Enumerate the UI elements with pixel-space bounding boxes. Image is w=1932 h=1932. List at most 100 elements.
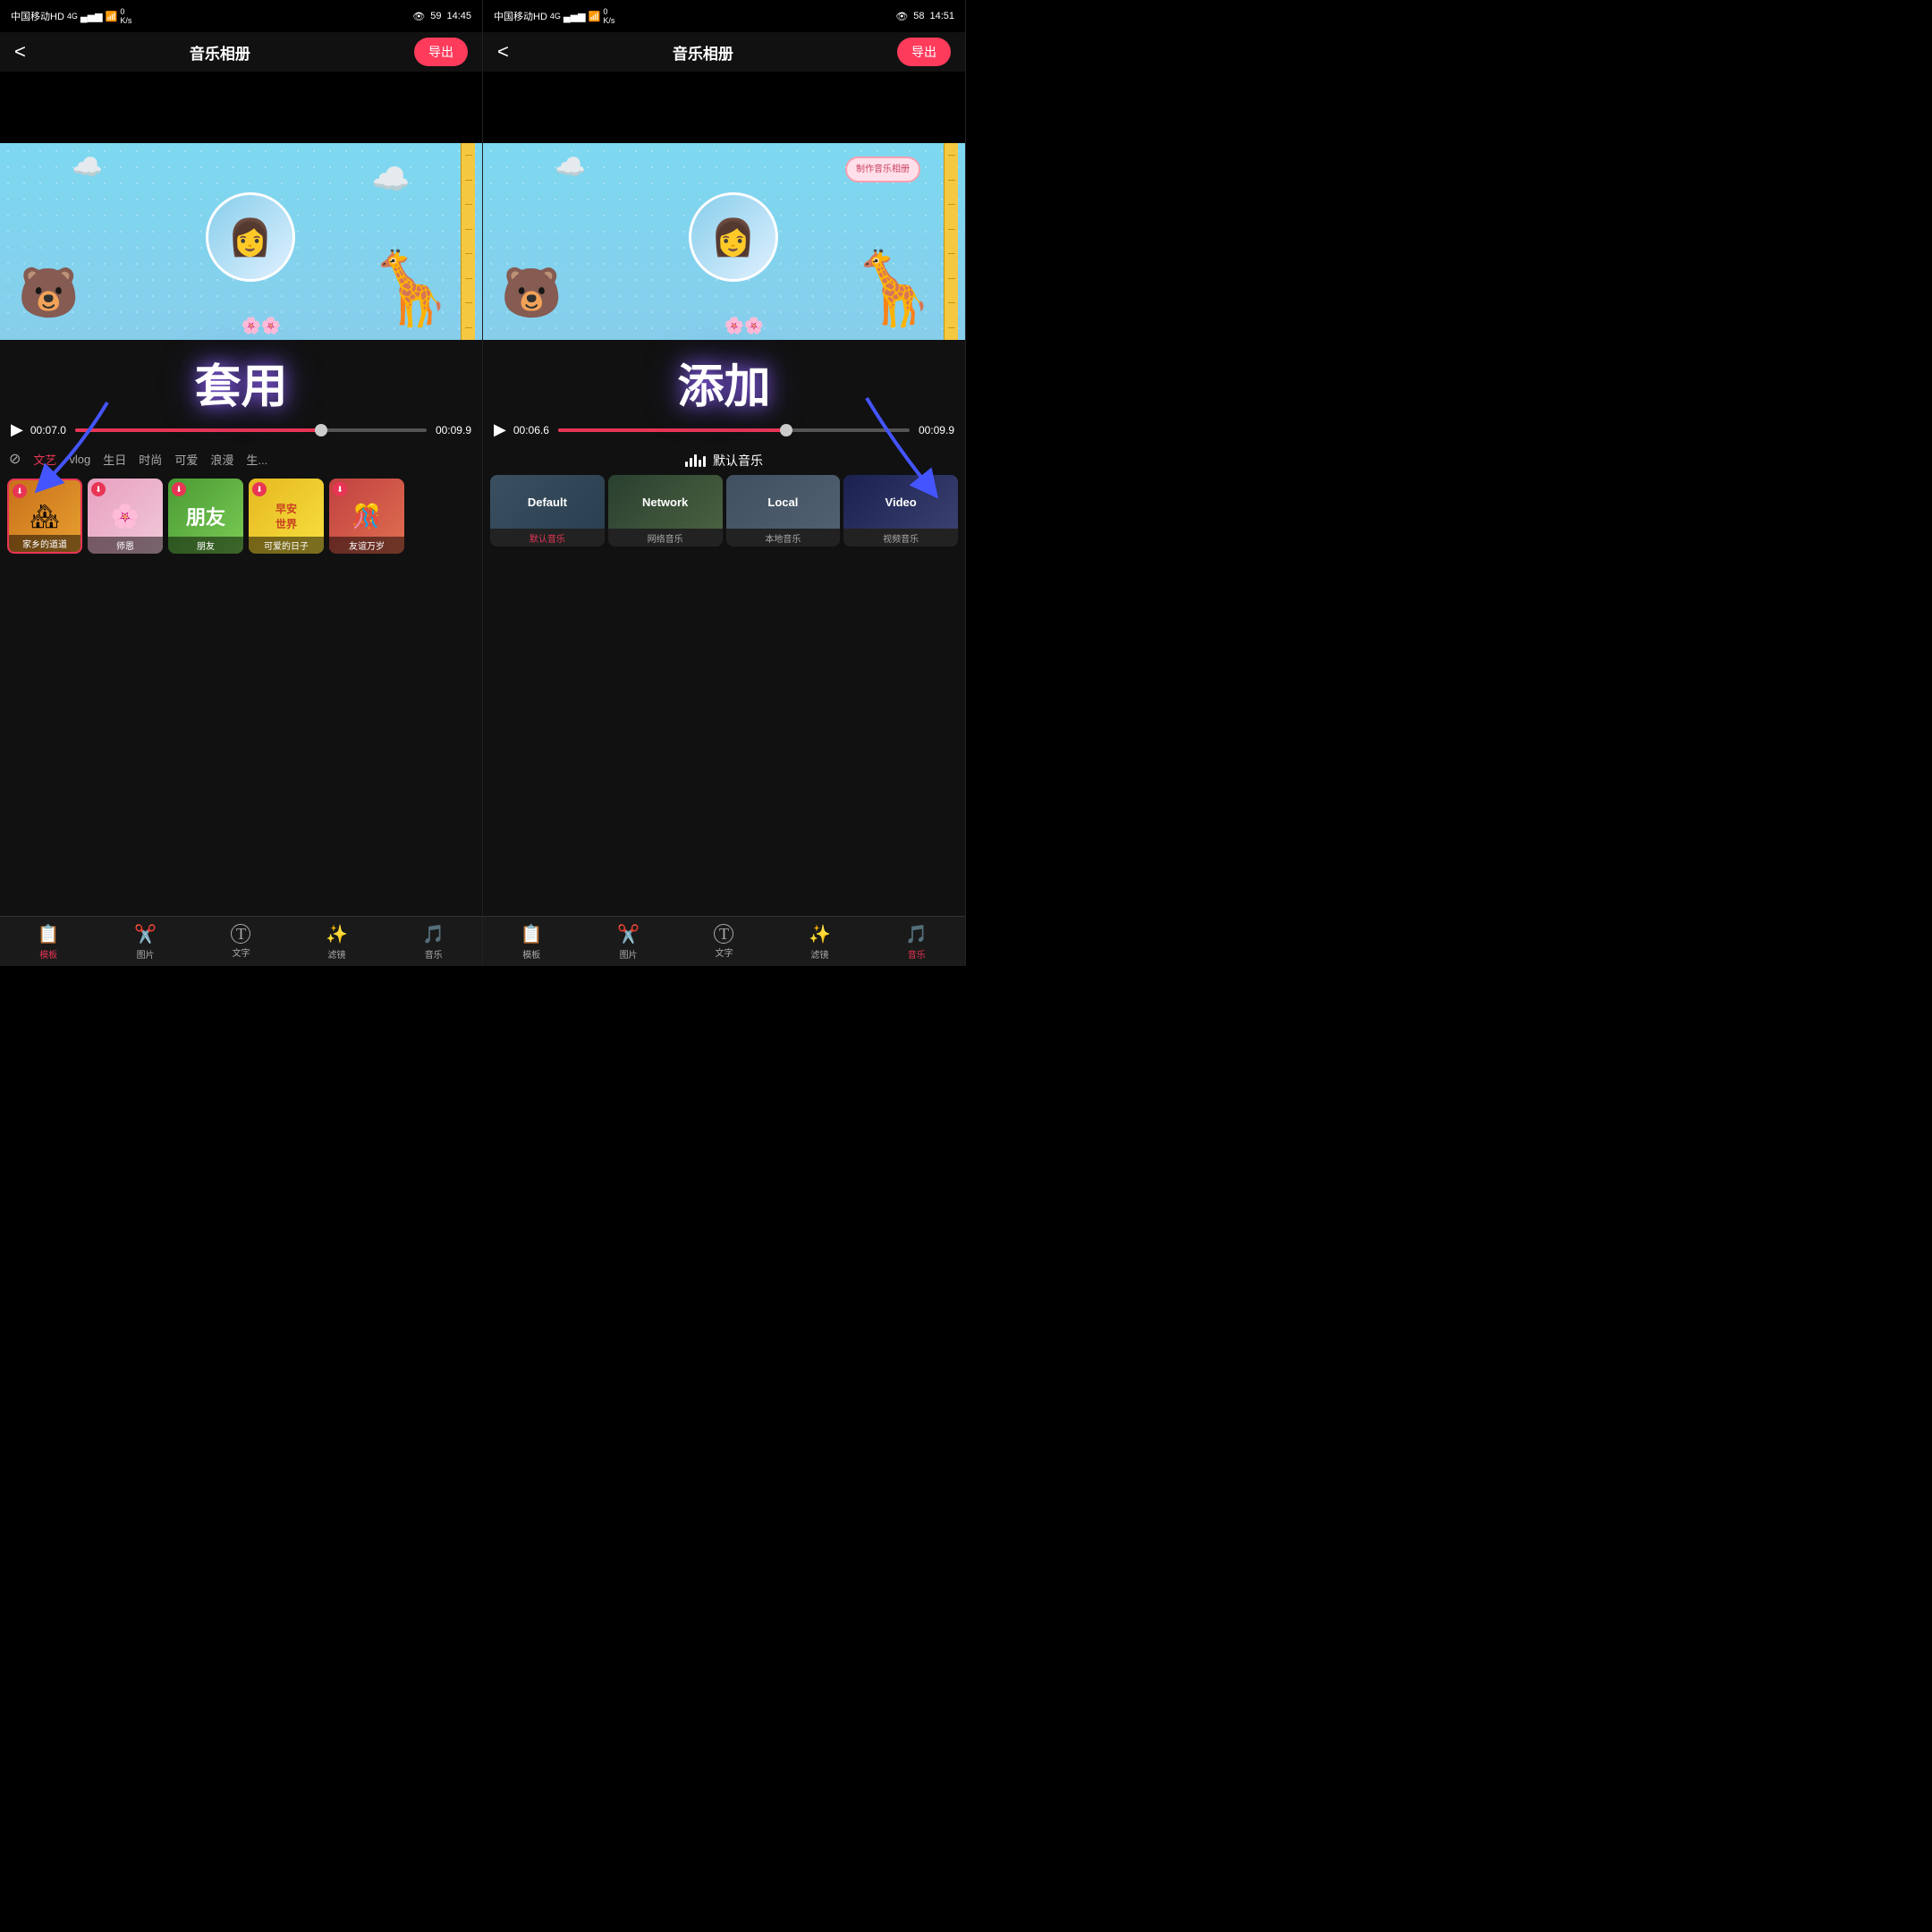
- card-teacher-label: 师恩: [88, 537, 163, 554]
- right-text-icon: T: [714, 924, 733, 944]
- left-title: 音乐相册: [190, 41, 250, 64]
- right-music-icon: 🎵: [905, 923, 928, 945]
- right-preview-scene: ☁️ 制作音乐相册 🐻 👩 🦒 🌸🌸: [483, 143, 965, 340]
- right-eye-icon: 👁: [895, 11, 908, 22]
- giraffe-emoji: 🦒: [366, 247, 455, 331]
- left-nav-filter[interactable]: ✨ 滤镜: [326, 923, 348, 961]
- left-filter-icon: ✨: [326, 923, 348, 945]
- right-cloud-left: ☁️: [555, 152, 586, 182]
- left-export-button[interactable]: 导出: [414, 38, 468, 66]
- right-back-button[interactable]: <: [497, 40, 509, 64]
- thought-text: 制作音乐相册: [856, 164, 910, 175]
- right-title: 音乐相册: [673, 41, 733, 64]
- music-option-local[interactable]: Local 本地音乐: [726, 475, 841, 547]
- music-default-bg: Default: [490, 475, 605, 529]
- right-scene-photo-circle: 👩: [689, 192, 778, 282]
- right-filter-icon: ✨: [809, 923, 831, 945]
- music-network-label: Network: [642, 496, 688, 509]
- left-back-button[interactable]: <: [14, 40, 26, 64]
- category-more[interactable]: 生...: [246, 451, 267, 468]
- right-header: < 音乐相册 导出: [483, 32, 965, 72]
- music-option-network[interactable]: Network 网络音乐: [608, 475, 723, 547]
- category-fashion[interactable]: 时尚: [139, 451, 162, 468]
- card-lovely-days-dl: ⬇: [252, 482, 267, 496]
- left-play-button[interactable]: ▶: [11, 420, 23, 439]
- right-filter-label: 滤镜: [810, 947, 828, 961]
- category-romantic[interactable]: 浪漫: [210, 451, 233, 468]
- right-music-label: 音乐: [908, 947, 926, 961]
- right-nav-photo[interactable]: ✂️ 图片: [617, 923, 640, 961]
- card-friends-label: 朋友: [168, 537, 243, 554]
- time-left-panel: 14:45: [446, 11, 471, 21]
- left-carrier: 中国移动HD 4G ▄▅▆ 📶 0K/s: [11, 7, 131, 25]
- left-time-total: 00:09.9: [434, 424, 471, 436]
- left-panel: 中国移动HD 4G ▄▅▆ 📶 0K/s 👁 59 14:45 < 音乐相册 导…: [0, 0, 483, 966]
- battery-left: 59: [430, 11, 441, 21]
- category-cute[interactable]: 可爱: [174, 451, 198, 468]
- music-local-sublabel: 本地音乐: [726, 529, 841, 547]
- right-progress-thumb[interactable]: [780, 424, 792, 436]
- left-photo-label: 图片: [137, 947, 155, 961]
- card-hometown-label: 家乡的道道: [9, 535, 80, 552]
- eye-icon: 👁: [412, 11, 425, 22]
- right-status-bar: 中国移动HD 4G ▄▅▆ 📶 0K/s 👁 58 14:51: [483, 0, 965, 32]
- cloud-right: ☁️: [371, 161, 411, 198]
- left-nav-template[interactable]: 📋 模板: [38, 923, 60, 961]
- flowers: 🌸🌸: [242, 317, 282, 335]
- left-arrow: [27, 394, 134, 501]
- bear-emoji: 🐻: [18, 264, 79, 322]
- right-arrow: [840, 389, 947, 505]
- left-music-icon: 🎵: [422, 923, 445, 945]
- right-giraffe-emoji: 🦒: [849, 247, 938, 331]
- right-nav-music[interactable]: 🎵 音乐: [905, 923, 928, 961]
- card-lovely-days[interactable]: 早安世界 ⬇ 可爱的日子: [249, 479, 324, 554]
- card-friends[interactable]: 朋友 ⬇ 朋友: [168, 479, 243, 554]
- card-hometown-dl: ⬇: [13, 484, 27, 498]
- left-nav-music[interactable]: 🎵 音乐: [422, 923, 445, 961]
- cloud-left: ☁️: [72, 152, 103, 182]
- right-panel: 中国移动HD 4G ▄▅▆ 📶 0K/s 👁 58 14:51 < 音乐相册 导…: [483, 0, 966, 966]
- category-no-icon[interactable]: ⊘: [9, 450, 21, 468]
- left-preview-black: [0, 72, 482, 143]
- left-nav-photo[interactable]: ✂️ 图片: [134, 923, 157, 961]
- right-carrier-text: 中国移动HD: [494, 9, 547, 23]
- music-network-bg: Network: [608, 475, 723, 529]
- right-nav-text[interactable]: T 文字: [714, 924, 733, 959]
- right-nav-filter[interactable]: ✨ 滤镜: [809, 923, 831, 961]
- right-template-icon: 📋: [521, 923, 543, 945]
- right-play-button[interactable]: ▶: [494, 420, 506, 439]
- left-filter-label: 滤镜: [327, 947, 345, 961]
- music-option-default[interactable]: Default 默认音乐: [490, 475, 605, 547]
- right-girl-emoji: 👩: [711, 216, 756, 258]
- right-status-right: 👁 58 14:51: [895, 11, 954, 22]
- left-preview-scene: ☁️ ☁️ 🐻 👩 🦒 🌸🌸: [0, 143, 482, 340]
- right-battery: 58: [913, 11, 924, 21]
- left-text-icon: T: [231, 924, 250, 944]
- ruler: [461, 143, 475, 340]
- left-header: < 音乐相册 导出: [0, 32, 482, 72]
- card-lovely-days-label: 可爱的日子: [249, 537, 324, 554]
- card-friendship-dl: ⬇: [333, 482, 347, 496]
- right-signal-bars: ▄▅▆: [564, 11, 586, 22]
- right-bottom-nav: 📋 模板 ✂️ 图片 T 文字 ✨ 滤镜 🎵 音乐: [483, 916, 965, 966]
- left-photo-icon: ✂️: [134, 923, 157, 945]
- card-friends-dl: ⬇: [172, 482, 186, 496]
- right-export-button[interactable]: 导出: [897, 38, 951, 66]
- right-controls-area: 添加 ▶ 00:06.6 00:09.9: [483, 340, 965, 916]
- right-text-label: 文字: [715, 945, 733, 959]
- card-friendship-label: 友谊万岁: [329, 537, 404, 554]
- right-preview-black: [483, 72, 965, 143]
- music-default-label: Default: [528, 496, 567, 509]
- carrier-text: 中国移动HD: [11, 9, 64, 23]
- left-bottom-nav: 📋 模板 ✂️ 图片 T 文字 ✨ 滤镜 🎵 音乐: [0, 916, 482, 966]
- left-controls-area: 套用 ▶ 00:07.0 00:09.9 ⊘ 文艺 vlog 生日: [0, 340, 482, 916]
- card-friendship[interactable]: 🎊 ⬇ 友谊万岁: [329, 479, 404, 554]
- music-header-text: 默认音乐: [713, 452, 763, 470]
- left-nav-text[interactable]: T 文字: [231, 924, 250, 959]
- right-wifi-icon: 📶: [589, 11, 601, 22]
- left-template-label: 模板: [39, 947, 57, 961]
- speed-text: 0K/s: [120, 7, 131, 25]
- left-progress-thumb[interactable]: [315, 424, 327, 436]
- right-nav-template[interactable]: 📋 模板: [521, 923, 543, 961]
- music-local-bg: Local: [726, 475, 841, 529]
